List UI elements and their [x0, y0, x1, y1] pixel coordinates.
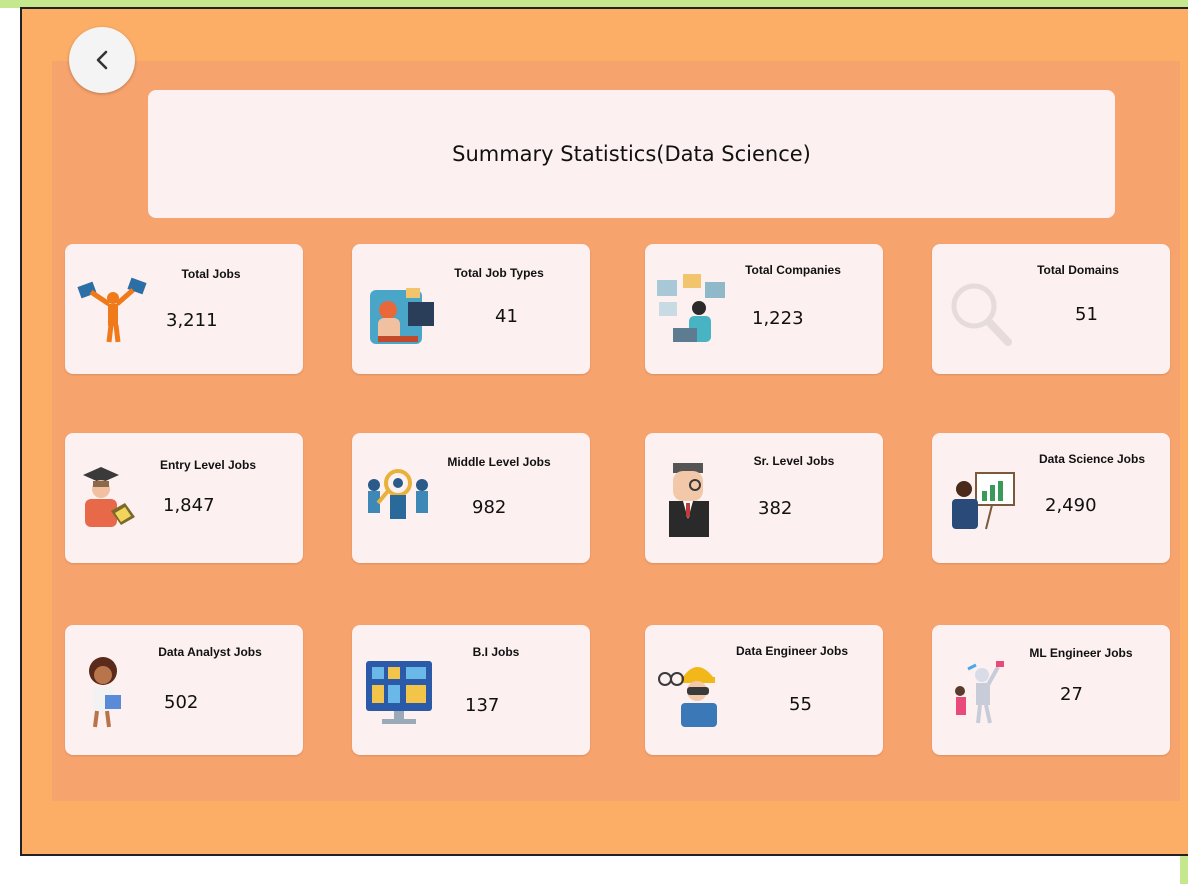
stat-card-total-jobs[interactable]: Total Jobs 3,211 [65, 244, 303, 374]
card-value: 41 [495, 306, 518, 327]
stat-card-entry-level-jobs[interactable]: Entry Level Jobs 1,847 [65, 433, 303, 563]
chevron-left-icon [96, 50, 108, 70]
stat-card-data-science-jobs[interactable]: Data Science Jobs 2,490 [932, 433, 1170, 563]
page-title-card: Summary Statistics(Data Science) [148, 90, 1115, 218]
card-label: ML Engineer Jobs [1029, 646, 1133, 660]
stat-card-total-job-types[interactable]: Total Job Types 41 [352, 244, 590, 374]
team-search-icon [368, 469, 428, 519]
card-value: 982 [472, 497, 507, 518]
worker-at-computer-icon [370, 288, 434, 344]
office-screens-icon [657, 274, 725, 342]
card-value: 1,847 [163, 495, 215, 516]
card-value: 1,223 [752, 308, 804, 329]
engineer-helmet-icon [658, 667, 717, 727]
stat-card-sr-level-jobs[interactable]: Sr. Level Jobs 382 [645, 433, 883, 563]
magnifier-icon [951, 283, 1012, 346]
card-label: Total Job Types [454, 266, 544, 280]
card-value: 2,490 [1045, 495, 1097, 516]
card-label: Total Companies [745, 263, 841, 277]
card-value: 382 [758, 498, 793, 519]
stat-card-bi-jobs[interactable]: B.I Jobs 137 [352, 625, 590, 755]
card-label: Middle Level Jobs [447, 455, 551, 469]
graduate-icon [83, 467, 135, 527]
card-value: 3,211 [166, 310, 218, 331]
card-label: Total Domains [1037, 263, 1119, 277]
card-label: Entry Level Jobs [159, 458, 257, 472]
robot-human-icon [955, 661, 1004, 724]
card-value: 502 [164, 692, 199, 713]
card-label: Total Jobs [181, 267, 241, 281]
card-value: 137 [465, 695, 500, 716]
card-value: 55 [789, 694, 812, 715]
analyst-woman-icon [89, 657, 121, 728]
stat-card-data-engineer-jobs[interactable]: Data Engineer Jobs 55 [645, 625, 883, 755]
stat-card-ml-engineer-jobs[interactable]: ML Engineer Jobs 27 [932, 625, 1170, 755]
card-value: 27 [1060, 684, 1083, 705]
card-label: Data Engineer Jobs [735, 644, 849, 658]
stat-card-middle-level-jobs[interactable]: Middle Level Jobs 982 [352, 433, 590, 563]
stat-card-total-domains[interactable]: Total Domains 51 [932, 244, 1170, 374]
presenter-chart-icon [952, 472, 1015, 530]
stat-card-data-analyst-jobs[interactable]: Data Analyst Jobs 502 [65, 625, 303, 755]
dashboard-monitor-icon [366, 661, 432, 724]
card-value: 51 [1075, 304, 1098, 325]
page-title: Summary Statistics(Data Science) [452, 142, 811, 166]
card-label: Data Analyst Jobs [158, 645, 262, 659]
stat-card-total-companies[interactable]: Total Companies 1,223 [645, 244, 883, 374]
card-label: B.I Jobs [472, 645, 520, 659]
card-label: Sr. Level Jobs [753, 454, 835, 468]
person-holding-files-icon [77, 277, 147, 343]
back-button[interactable] [69, 27, 135, 93]
card-label: Data Science Jobs [1038, 452, 1146, 466]
senior-man-icon [669, 463, 709, 537]
